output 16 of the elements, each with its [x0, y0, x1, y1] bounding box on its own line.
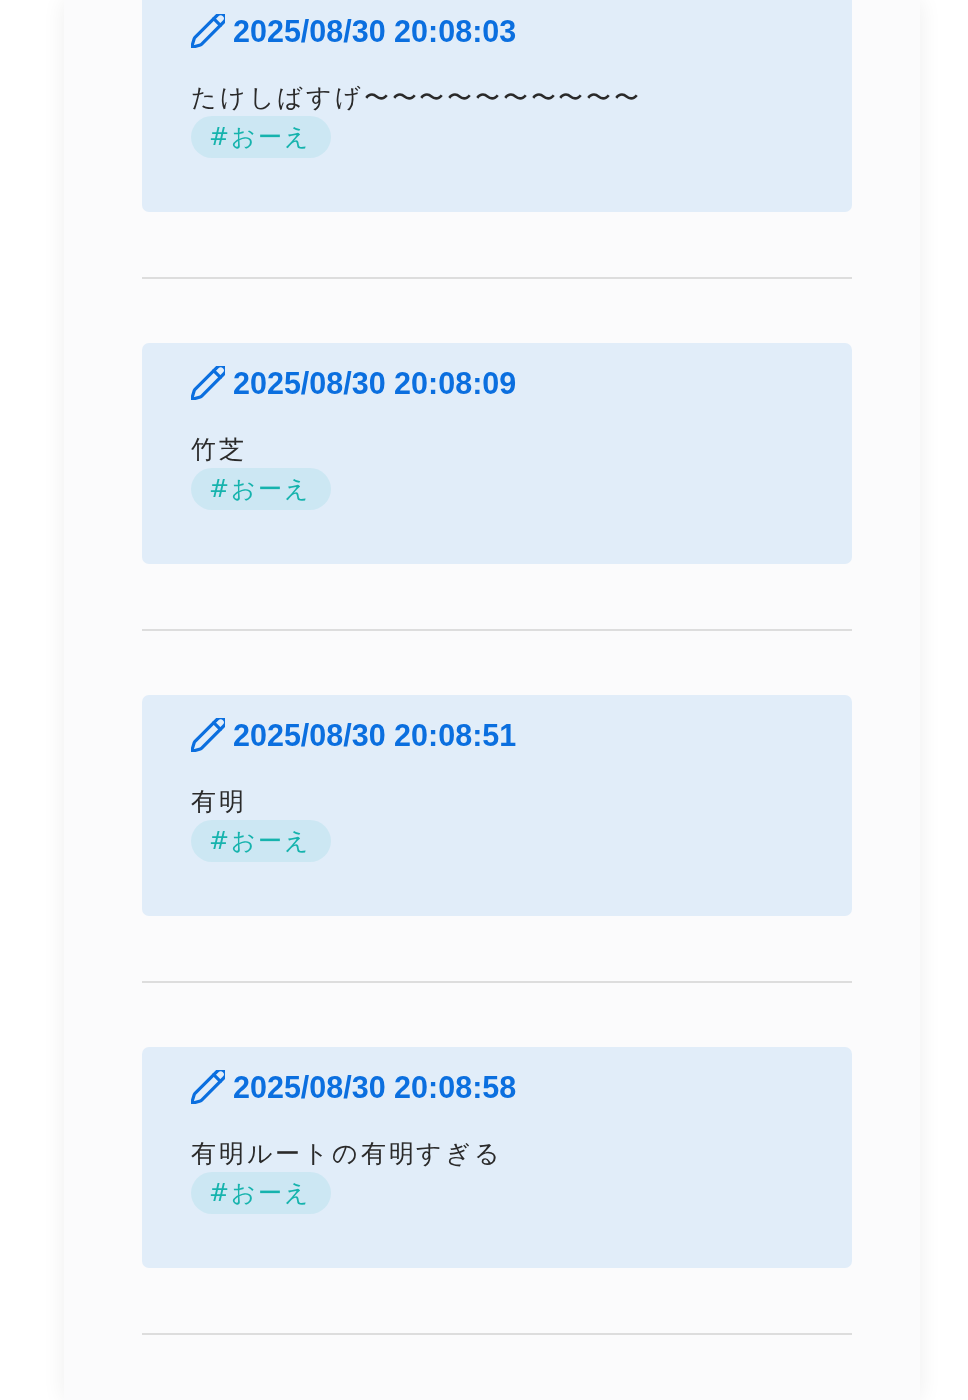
pencil-icon	[191, 1070, 225, 1104]
post-timestamp: 2025/08/30 20:08:58	[233, 1070, 517, 1104]
pencil-icon	[191, 366, 225, 400]
post-timestamp: 2025/08/30 20:08:09	[233, 366, 517, 400]
hashtag-tag[interactable]: #おーえ	[191, 1172, 332, 1214]
post-timestamp: 2025/08/30 20:08:51	[233, 718, 517, 752]
post-text: 有明	[191, 786, 247, 818]
post-text: たけしばすげ〜〜〜〜〜〜〜〜〜〜	[191, 82, 642, 114]
pencil-icon	[191, 718, 225, 752]
hashtag-tag[interactable]: #おーえ	[191, 116, 332, 158]
hashtag-tag[interactable]: #おーえ	[191, 820, 332, 862]
hashtag-tag[interactable]: #おーえ	[191, 468, 332, 510]
post-text: 竹芝	[191, 434, 247, 466]
post-text: 有明ルートの有明すぎる	[191, 1138, 503, 1170]
post-timestamp: 2025/08/30 20:08:03	[233, 14, 517, 48]
pencil-icon	[191, 14, 225, 48]
